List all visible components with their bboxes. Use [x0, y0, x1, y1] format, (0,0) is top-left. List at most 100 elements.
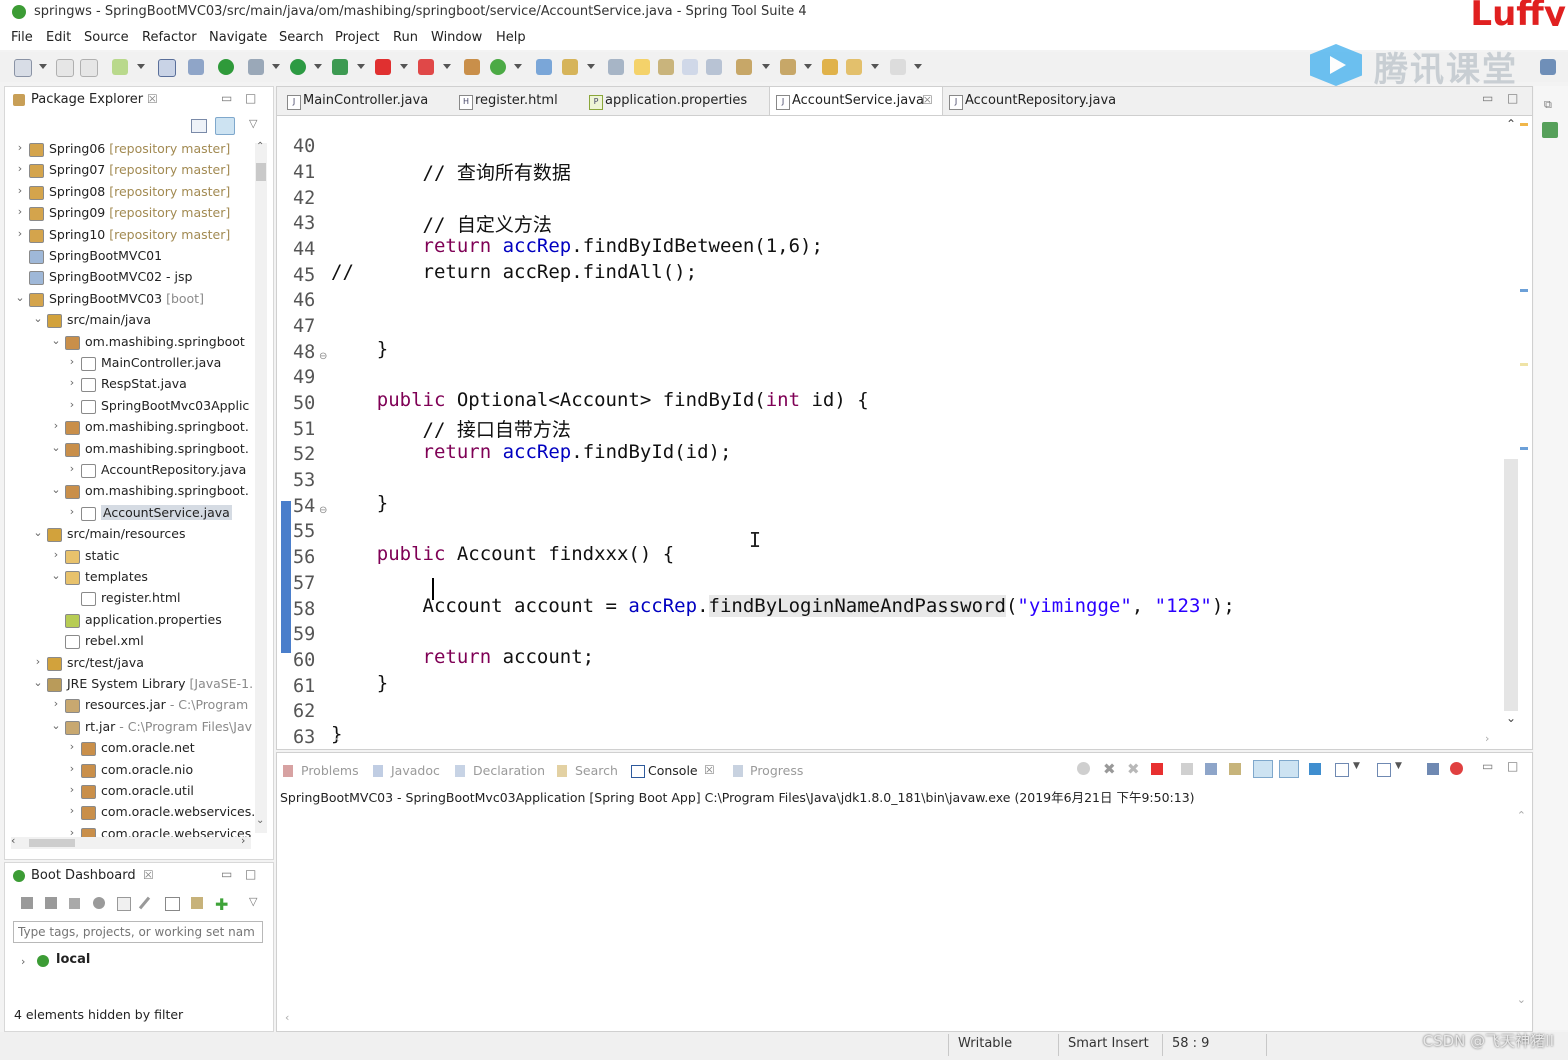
next-annotation-icon[interactable] — [736, 59, 752, 75]
tab-search[interactable]: Search — [575, 763, 618, 778]
menu-refactor[interactable]: Refactor — [142, 30, 197, 45]
menu-file[interactable]: File — [11, 30, 33, 45]
show-whitespace-icon[interactable] — [682, 59, 698, 75]
tree-item[interactable]: › Spring09 [repository master] — [5, 203, 251, 224]
collapse-arrow-icon[interactable]: ⌄ — [33, 526, 43, 539]
config-icon[interactable] — [191, 897, 203, 909]
tree-item[interactable]: › static — [5, 546, 251, 567]
code-line[interactable]: 41 — [277, 140, 323, 183]
local-label[interactable]: local — [56, 952, 90, 967]
code-line[interactable]: 55 public Account findxxx() { — [277, 499, 674, 565]
tab-declaration[interactable]: Declaration — [473, 763, 545, 778]
scroll-down-icon[interactable]: ⌄ — [1506, 711, 1516, 725]
add-icon[interactable]: ✚ — [215, 895, 228, 914]
new-class-dropdown-icon[interactable] — [514, 64, 522, 69]
tree-item[interactable]: ⌄ rt.jar - C:\Program Files\Jav — [5, 717, 252, 738]
spring-boot-icon[interactable] — [218, 59, 234, 75]
overview-marker[interactable] — [1520, 289, 1528, 292]
tree-item[interactable]: SpringBootMVC02 - jsp — [5, 267, 251, 288]
code-line[interactable]: 56 — [277, 525, 323, 568]
hscroll-thumb[interactable] — [29, 839, 75, 847]
expand-arrow-icon[interactable]: › — [67, 355, 77, 368]
tree-item[interactable]: ⌄ SpringBootMVC03 [boot] — [5, 289, 251, 310]
tree-vertical-scrollbar[interactable]: ⌃ ⌄ — [255, 141, 267, 833]
tree-item[interactable]: ⌄ src/main/java — [5, 310, 251, 331]
expand-arrow-icon[interactable]: › — [67, 376, 77, 389]
dropdown-icon[interactable]: ▼ — [1395, 761, 1402, 771]
run-icon[interactable] — [290, 59, 306, 75]
tree-item[interactable]: › resources.jar - C:\Program — [5, 695, 251, 716]
expand-arrow-icon[interactable]: › — [33, 655, 43, 668]
tree-item[interactable]: ⌄ om.mashibing.springboot. — [5, 439, 251, 460]
code-line[interactable]: 51 return accRep.findById(id); — [277, 397, 731, 463]
close-console-icon[interactable]: ☒ — [704, 763, 715, 777]
debug-dropdown-icon[interactable] — [272, 64, 280, 69]
new-console-icon[interactable] — [1427, 763, 1439, 775]
tree-item[interactable]: ⌄ templates — [5, 567, 251, 588]
tree-item[interactable]: › com.oracle.net — [5, 738, 251, 759]
tree-item[interactable]: › Spring08 [repository master] — [5, 182, 251, 203]
tree-horizontal-scrollbar[interactable]: ‹ › — [11, 834, 251, 849]
maximize-icon[interactable]: □ — [1507, 759, 1518, 773]
console-scroll-down-icon[interactable]: ⌄ — [1517, 993, 1526, 1006]
pin-console-icon[interactable] — [1309, 763, 1321, 775]
run-dropdown-icon[interactable] — [314, 64, 322, 69]
tab-main-controller[interactable]: J MainController.java — [281, 87, 453, 115]
code-line[interactable]: 45 — [277, 243, 323, 286]
collapse-arrow-icon[interactable]: ⌄ — [15, 291, 25, 304]
maximize-icon[interactable]: □ — [245, 867, 256, 881]
open-type-icon[interactable] — [536, 59, 552, 75]
build-dropdown-icon[interactable] — [137, 64, 145, 69]
terminate-disconnect-icon[interactable] — [1077, 762, 1090, 775]
hscroll-right-icon[interactable]: › — [1485, 732, 1489, 745]
tab-javadoc[interactable]: Javadoc — [391, 763, 440, 778]
collapse-arrow-icon[interactable]: ⌄ — [51, 441, 61, 454]
external-tools-dropdown-icon[interactable] — [443, 64, 451, 69]
expand-arrow-icon[interactable]: › — [67, 762, 77, 775]
menu-help[interactable]: Help — [496, 30, 526, 45]
expand-arrow-icon[interactable]: › — [51, 419, 61, 432]
mark-occurrences-icon[interactable] — [634, 59, 650, 75]
code-line[interactable]: 58 — [277, 577, 323, 620]
show-console-stdout-icon[interactable] — [1253, 760, 1273, 778]
boot-dashboard-trim-icon[interactable] — [1542, 122, 1558, 138]
minimize-icon[interactable]: ▭ — [221, 867, 232, 881]
console-scroll-left-icon[interactable]: ‹ — [285, 1011, 289, 1024]
scroll-up-icon[interactable]: ⌃ — [1506, 117, 1516, 131]
tree-item[interactable]: rebel.xml — [5, 631, 251, 652]
close-view-icon[interactable]: ☒ — [147, 92, 158, 106]
prev-annotation-icon[interactable] — [780, 59, 796, 75]
block-selection-icon[interactable] — [658, 59, 674, 75]
tab-progress[interactable]: Progress — [750, 763, 803, 778]
paragraph-icon[interactable] — [706, 59, 722, 75]
forward-icon[interactable] — [890, 59, 906, 75]
prev-annotation-dropdown-icon[interactable] — [804, 64, 812, 69]
tree-item[interactable]: › om.mashibing.springboot. — [5, 417, 251, 438]
coverage-dropdown-icon[interactable] — [357, 64, 365, 69]
expand-arrow-icon[interactable]: › — [67, 740, 77, 753]
scroll-thumb[interactable] — [256, 163, 266, 181]
overview-marker[interactable] — [1520, 363, 1528, 366]
tree-item[interactable]: ⌄ JRE System Library [JavaSE-1. — [5, 674, 253, 695]
code-line[interactable]: 61 — [277, 654, 323, 697]
close-tab-icon[interactable]: ☒ — [922, 93, 933, 107]
collapse-arrow-icon[interactable]: ⌄ — [33, 676, 43, 689]
external-tools-icon[interactable] — [418, 59, 434, 75]
tab-register-html[interactable]: H register.html — [453, 87, 583, 115]
search-dropdown-icon[interactable] — [587, 64, 595, 69]
code-line[interactable]: 47 } — [277, 294, 388, 360]
back-dropdown-icon[interactable] — [871, 64, 879, 69]
remove-all-icon[interactable]: ✖ — [1127, 760, 1140, 778]
tab-account-repository[interactable]: J AccountRepository.java — [943, 87, 1123, 115]
terminate-icon[interactable] — [1151, 763, 1163, 775]
collapse-all-icon[interactable] — [191, 119, 207, 133]
remove-launch-icon[interactable]: ✖ — [1103, 760, 1116, 778]
coverage-icon[interactable] — [332, 59, 348, 75]
code-line[interactable]: 49 public Optional<Account> findById(int… — [277, 345, 869, 411]
tree-item[interactable]: register.html — [5, 588, 251, 609]
expand-arrow-icon[interactable]: › — [15, 162, 25, 175]
properties-icon[interactable] — [165, 897, 180, 911]
build-icon[interactable] — [112, 59, 128, 75]
code-line[interactable]: 60 } — [277, 628, 388, 694]
expand-arrow-icon[interactable]: › — [67, 783, 77, 796]
